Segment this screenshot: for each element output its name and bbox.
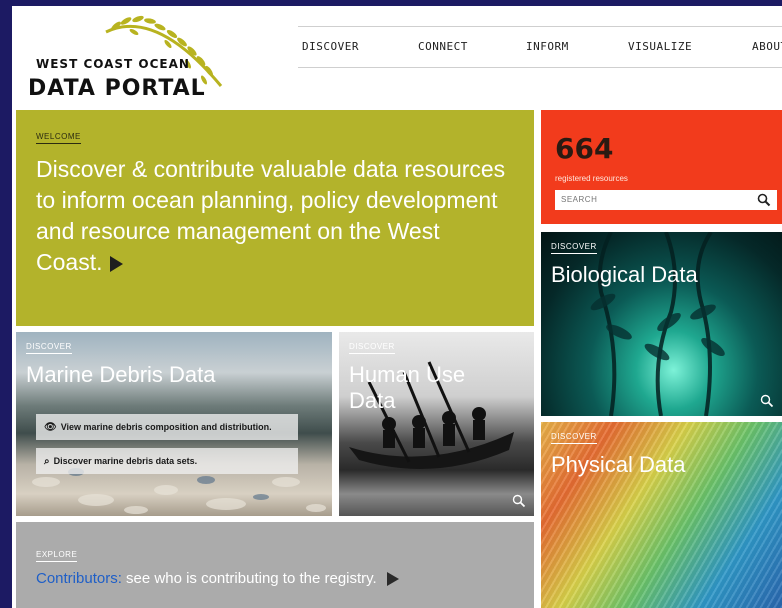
search-input[interactable] bbox=[561, 195, 741, 204]
bio-title: Biological Data bbox=[551, 262, 698, 287]
play-arrow-icon[interactable] bbox=[386, 572, 399, 587]
phys-kicker: DISCOVER bbox=[551, 432, 597, 444]
welcome-text: Discover & contribute valuable data reso… bbox=[36, 156, 506, 275]
zoom-icon[interactable] bbox=[512, 494, 526, 508]
nav-visualize[interactable]: VISUALIZE bbox=[628, 40, 692, 53]
kelp-photo bbox=[590, 232, 725, 416]
human-kicker: DISCOVER bbox=[349, 342, 395, 354]
page: WEST COAST OCEAN DATA PORTAL DISCOVER CO… bbox=[12, 6, 782, 608]
phys-title: Physical Data bbox=[551, 452, 686, 477]
logo-line1: WEST COAST OCEAN bbox=[36, 57, 190, 71]
nav-about[interactable]: ABOUT bbox=[752, 40, 782, 53]
explore-tile[interactable]: EXPLORE Contributors: see who is contrib… bbox=[16, 522, 534, 608]
explore-text: see who is contributing to the registry. bbox=[121, 570, 377, 587]
resource-count-label: registered resources bbox=[555, 174, 628, 183]
debris-kicker: DISCOVER bbox=[26, 342, 72, 354]
main-nav: DISCOVER CONNECT INFORM VISUALIZE ABOUT bbox=[298, 26, 782, 68]
discover-debris-label: Discover marine debris data sets. bbox=[53, 456, 198, 466]
explore-message: Contributors: see who is contributing to… bbox=[36, 570, 399, 587]
human-title: Human Use Data bbox=[349, 362, 466, 413]
biological-data-tile[interactable]: DISCOVER Biological Data bbox=[541, 232, 782, 416]
explore-kicker: EXPLORE bbox=[36, 550, 78, 562]
debris-title: Marine Debris Data bbox=[26, 362, 216, 387]
canoe-photo bbox=[349, 361, 514, 469]
welcome-kicker: WELCOME bbox=[36, 132, 81, 144]
zoom-icon[interactable] bbox=[760, 394, 774, 408]
welcome-message: Discover & contribute valuable data reso… bbox=[36, 154, 506, 278]
physical-data-tile[interactable]: DISCOVER Physical Data bbox=[541, 422, 782, 608]
eye-icon: 👁 bbox=[44, 421, 57, 433]
logo-line2: DATA PORTAL bbox=[28, 76, 206, 101]
welcome-tile[interactable]: WELCOME Discover & contribute valuable d… bbox=[16, 110, 534, 326]
human-use-tile[interactable]: DISCOVER Human Use Data bbox=[339, 332, 534, 516]
discover-debris-button[interactable]: ⌕ Discover marine debris data sets. bbox=[36, 448, 298, 474]
site-logo[interactable]: WEST COAST OCEAN DATA PORTAL bbox=[26, 12, 236, 104]
resource-count: 664 bbox=[555, 132, 614, 165]
search-icon[interactable] bbox=[757, 193, 771, 207]
search-box[interactable] bbox=[555, 190, 777, 210]
nav-inform[interactable]: INFORM bbox=[526, 40, 569, 53]
marine-debris-tile[interactable]: DISCOVER Marine Debris Data 👁 View marin… bbox=[16, 332, 332, 516]
nav-discover[interactable]: DISCOVER bbox=[302, 40, 359, 53]
search-icon: ⌕ bbox=[44, 455, 50, 467]
bio-kicker: DISCOVER bbox=[551, 242, 597, 254]
registry-tile: 664 registered resources bbox=[541, 110, 782, 224]
view-debris-label: View marine debris composition and distr… bbox=[60, 422, 272, 432]
nav-connect[interactable]: CONNECT bbox=[418, 40, 468, 53]
contributors-link[interactable]: Contributors: bbox=[36, 570, 122, 587]
view-debris-button[interactable]: 👁 View marine debris composition and dis… bbox=[36, 414, 298, 440]
play-arrow-icon[interactable] bbox=[110, 255, 124, 272]
